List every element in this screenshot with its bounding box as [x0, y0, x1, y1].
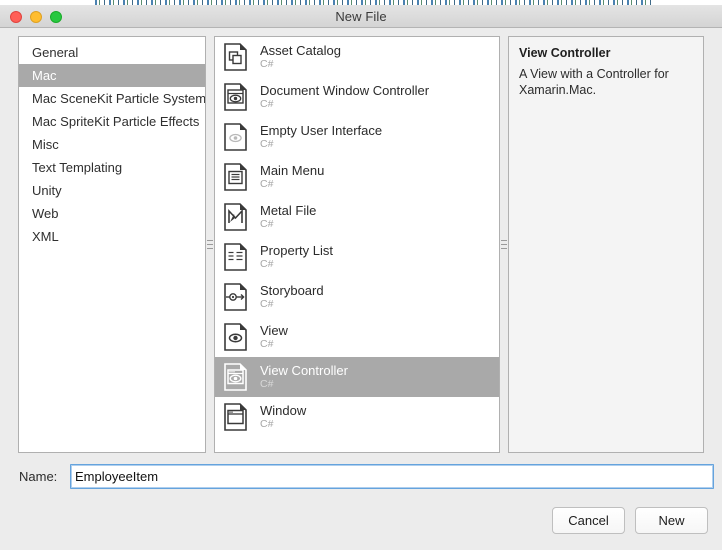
window-controls	[10, 5, 62, 28]
zoom-button[interactable]	[50, 10, 62, 23]
template-item-title: Metal File	[260, 203, 317, 218]
category-item[interactable]: Unity	[19, 179, 205, 202]
view-controller-icon	[221, 361, 251, 393]
category-item[interactable]: Text Templating	[19, 156, 205, 179]
description-panel: View Controller A View with a Controller…	[508, 36, 704, 453]
document-window-controller-icon	[224, 83, 247, 111]
template-item-title: Storyboard	[260, 283, 324, 298]
close-button[interactable]	[10, 10, 22, 23]
name-input[interactable]	[70, 463, 714, 489]
description-body: A View with a Controller for Xamarin.Mac…	[519, 67, 669, 97]
template-item-language: C#	[260, 378, 274, 390]
window-icon	[221, 401, 251, 433]
template-list-item[interactable]: Empty User Interface C#	[215, 117, 499, 157]
asset-catalog-icon	[224, 43, 247, 71]
category-item[interactable]: Web	[19, 202, 205, 225]
asset-catalog-icon	[221, 41, 251, 73]
category-item[interactable]: General	[19, 41, 205, 64]
template-item-language: C#	[260, 258, 274, 270]
template-item-text: View C#	[260, 323, 288, 351]
template-item-language: C#	[260, 418, 274, 430]
dialog-content: General Mac Mac SceneKit Particle Systems M…	[0, 29, 722, 550]
view-icon	[224, 323, 247, 351]
template-list-item[interactable]: Document Window Controller C#	[215, 77, 499, 117]
template-item-title: Asset Catalog	[260, 43, 341, 58]
template-item-title: Window	[260, 403, 307, 418]
property-list-icon	[221, 241, 251, 273]
main-menu-icon	[224, 163, 247, 191]
minimize-button[interactable]	[30, 10, 42, 23]
title-bar: New File	[0, 5, 722, 28]
category-item[interactable]: Misc	[19, 133, 205, 156]
template-list-item[interactable]: View Controller C#	[215, 357, 499, 397]
splitter-grip-icon	[501, 240, 507, 249]
empty-user-interface-icon	[221, 121, 251, 153]
panels-row: General Mac Mac SceneKit Particle Systems M…	[0, 36, 722, 453]
template-item-text: Main Menu C#	[260, 163, 324, 191]
description-title: View Controller	[519, 46, 611, 60]
template-item-text: View Controller C#	[260, 363, 348, 391]
template-item-title: View Controller	[260, 363, 348, 378]
template-item-language: C#	[260, 98, 274, 110]
template-item-language: C#	[260, 298, 274, 310]
name-label: Name:	[19, 468, 58, 484]
category-list-panel: General Mac Mac SceneKit Particle Systems M…	[18, 36, 206, 453]
description-content: View Controller A View with a Controller…	[509, 37, 703, 98]
category-item[interactable]: Mac SceneKit Particle Systems	[19, 87, 205, 110]
template-list-item[interactable]: Main Menu C#	[215, 157, 499, 197]
template-item-language: C#	[260, 218, 274, 230]
template-item-language: C#	[260, 338, 274, 350]
storyboard-icon	[221, 281, 251, 313]
template-item-title: Empty User Interface	[260, 123, 383, 138]
template-item-text: Empty User Interface C#	[260, 123, 382, 151]
category-item[interactable]: Mac SpriteKit Particle Effects	[19, 110, 205, 133]
template-list-item[interactable]: Window C#	[215, 397, 499, 437]
category-item[interactable]: Mac	[19, 64, 205, 87]
template-item-title: View	[260, 323, 288, 338]
metal-file-icon	[221, 201, 251, 233]
new-button[interactable]: New	[635, 507, 708, 534]
template-list-item[interactable]: View C#	[215, 317, 499, 357]
view-controller-icon	[224, 363, 247, 391]
template-item-language: C#	[260, 58, 274, 70]
template-list-panel: Asset Catalog C# Document Window Controll…	[214, 36, 500, 453]
template-list[interactable]: Asset Catalog C# Document Window Controll…	[215, 37, 499, 452]
window-title: New File	[335, 8, 387, 24]
document-window-controller-icon	[221, 81, 251, 113]
view-icon	[221, 321, 251, 353]
property-list-icon	[224, 243, 247, 271]
template-item-title: Property List	[260, 243, 333, 258]
empty-user-interface-icon	[224, 123, 247, 151]
dialog-buttons: Cancel New	[552, 507, 708, 534]
splitter-grip-icon	[207, 240, 213, 249]
metal-file-icon	[224, 203, 247, 231]
template-item-text: Storyboard C#	[260, 283, 324, 311]
splitter-left[interactable]	[206, 36, 214, 453]
window-icon	[224, 403, 247, 431]
name-row: Name:	[0, 461, 722, 491]
category-item[interactable]: XML	[19, 225, 205, 248]
template-item-text: Property List C#	[260, 243, 333, 271]
template-item-text: Metal File C#	[260, 203, 316, 231]
template-item-title: Main Menu	[260, 163, 325, 178]
category-list: General Mac Mac SceneKit Particle Systems M…	[19, 37, 205, 248]
template-list-item[interactable]: Property List C#	[215, 237, 499, 277]
main-menu-icon	[221, 161, 251, 193]
cancel-button[interactable]: Cancel	[552, 507, 625, 534]
template-list-item[interactable]: Metal File C#	[215, 197, 499, 237]
template-item-language: C#	[260, 138, 274, 150]
template-item-title: Document Window Controller	[260, 83, 430, 98]
storyboard-icon	[224, 283, 247, 311]
template-item-text: Asset Catalog C#	[260, 43, 341, 71]
new-file-dialog: New File General Mac Mac SceneKit Particle…	[0, 0, 722, 550]
splitter-right[interactable]	[500, 36, 508, 453]
template-item-text: Document Window Controller C#	[260, 83, 429, 111]
template-list-item[interactable]: Asset Catalog C#	[215, 37, 499, 77]
template-item-text: Window C#	[260, 403, 306, 431]
template-list-item[interactable]: Storyboard C#	[215, 277, 499, 317]
template-item-language: C#	[260, 178, 274, 190]
